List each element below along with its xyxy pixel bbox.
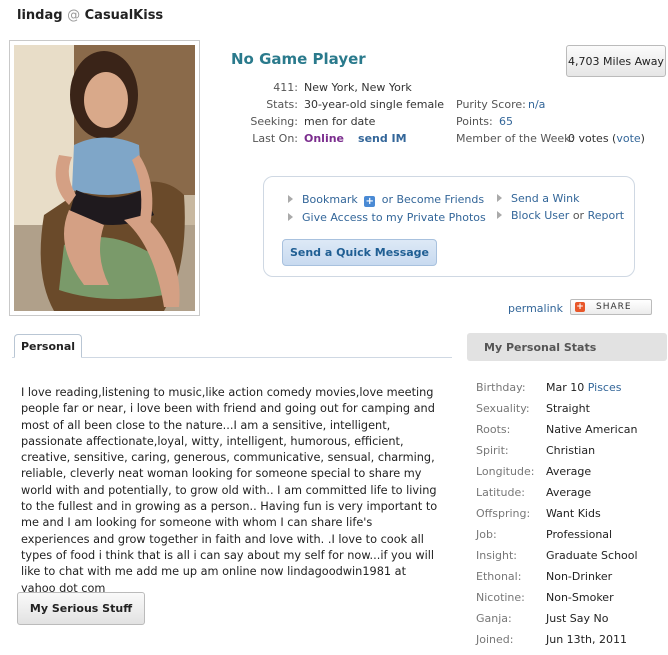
stat-value: Mar 10 Pisces [546, 381, 621, 394]
page-header: lindag @ CasualKiss [17, 8, 163, 23]
stat-label: Job: [476, 528, 497, 541]
arrow-icon [497, 194, 502, 202]
stat-label: Ganja: [476, 612, 512, 625]
stat-label: Birthday: [476, 381, 526, 394]
stat-label: Roots: [476, 423, 511, 436]
send-wink-action: Send a Wink [497, 192, 579, 205]
arrow-icon [288, 213, 293, 221]
info-value-last-on: Online send IM [304, 132, 407, 145]
distance-badge: 4,703 Miles Away [566, 45, 666, 77]
stat-label: Ethonal: [476, 570, 522, 583]
arrow-icon [497, 211, 502, 219]
stat-value: Average [546, 486, 592, 499]
stat-value: Just Say No [546, 612, 609, 625]
about-text: I love reading,listening to music,like a… [21, 386, 438, 595]
stat-label: Longitude: [476, 465, 535, 478]
bookmark-action: Bookmark + or Become Friends [288, 193, 484, 207]
username[interactable]: lindag [17, 8, 63, 23]
profile-photo-frame [9, 40, 200, 316]
points-value: 65 [499, 115, 513, 128]
give-access-link[interactable]: Give Access to my Private Photos [302, 211, 486, 224]
birthday-value: Mar 10 [546, 381, 585, 394]
arrow-icon [288, 195, 293, 203]
purity-score-value: n/a [528, 98, 546, 111]
info-label-last-on: Last On: [252, 132, 298, 145]
stat-label: Offspring: [476, 507, 531, 520]
send-wink-link[interactable]: Send a Wink [511, 192, 579, 205]
stat-value: Native American [546, 423, 638, 436]
stat-label: Spirit: [476, 444, 509, 457]
give-access-action: Give Access to my Private Photos [288, 211, 486, 224]
personal-stats-header[interactable]: My Personal Stats [467, 333, 667, 361]
purity-score-label: Purity Score: [456, 98, 526, 111]
profile-headline: No Game Player [231, 50, 366, 68]
become-friends-link[interactable]: or Become Friends [382, 193, 484, 206]
permalink-link[interactable]: permalink [508, 302, 563, 315]
stat-value: Average [546, 465, 592, 478]
bookmark-link[interactable]: Bookmark [302, 193, 358, 206]
block-report-action: Block User or Report [497, 209, 624, 222]
stat-label: Nicotine: [476, 591, 525, 604]
send-quick-message-button[interactable]: Send a Quick Message [282, 239, 437, 266]
site-name[interactable]: CasualKiss [85, 8, 164, 23]
info-label-stats: Stats: [266, 98, 298, 111]
block-user-link[interactable]: Block User [511, 209, 569, 222]
votes-count: 0 votes [568, 132, 609, 145]
report-link[interactable]: Report [588, 209, 624, 222]
stat-value: Non-Smoker [546, 591, 614, 604]
plus-icon[interactable]: + [364, 196, 376, 207]
member-of-week-label: Member of the Week: [456, 132, 575, 145]
stat-label: Joined: [476, 633, 514, 646]
info-value-seeking: men for date [304, 115, 376, 128]
share-button[interactable]: + SHARE [570, 299, 652, 315]
at-sign: @ [67, 8, 81, 23]
points-label: Points: [456, 115, 493, 128]
stat-value: Graduate School [546, 549, 638, 562]
stat-label: Insight: [476, 549, 517, 562]
stat-value: Straight [546, 402, 590, 415]
info-value-location: New York, New York [304, 81, 412, 94]
stat-value: Christian [546, 444, 596, 457]
my-serious-stuff-button[interactable]: My Serious Stuff [17, 592, 145, 625]
stat-value: Professional [546, 528, 613, 541]
info-label-seeking: Seeking: [250, 115, 298, 128]
info-label-411: 411: [273, 81, 298, 94]
plus-icon: + [575, 302, 585, 312]
stat-value: Want Kids [546, 507, 601, 520]
tab-personal[interactable]: Personal [14, 334, 82, 358]
profile-photo-image [14, 45, 195, 311]
stat-value: Jun 13th, 2011 [546, 633, 627, 646]
share-label: SHARE [596, 302, 632, 312]
profile-photo[interactable] [14, 45, 195, 311]
zodiac-link[interactable]: Pisces [588, 381, 622, 394]
online-status: Online [304, 132, 345, 145]
stat-value: Non-Drinker [546, 570, 613, 583]
stat-label: Sexuality: [476, 402, 530, 415]
stat-label: Latitude: [476, 486, 525, 499]
send-im-link[interactable]: send IM [358, 132, 407, 145]
member-of-week-value: 0 votes (vote) [568, 132, 645, 145]
or-text: or [572, 209, 585, 222]
vote-link[interactable]: vote [616, 132, 640, 145]
info-value-stats: 30-year-old single female [304, 98, 445, 111]
